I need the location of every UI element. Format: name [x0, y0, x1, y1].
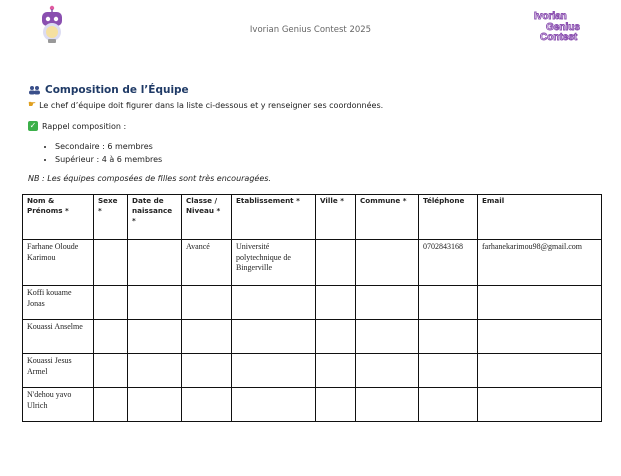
column-header: Classe / Niveau *	[181, 194, 232, 240]
intro-text: Le chef d’équipe doit figurer dans la li…	[39, 100, 384, 110]
cell-email[interactable]	[477, 285, 602, 320]
cell-telephone[interactable]	[418, 387, 478, 422]
cell-ville[interactable]	[315, 285, 356, 320]
cell-ville[interactable]	[315, 387, 356, 422]
cell-commune[interactable]	[355, 239, 419, 286]
cell-name[interactable]: Kouassi Anselme	[22, 319, 94, 354]
cell-ville[interactable]	[315, 319, 356, 354]
section-title: Composition de l’Équipe	[28, 84, 189, 96]
pointing-hand-icon: ☛	[28, 100, 37, 110]
cell-etablissement[interactable]: Université polytechnique de Bingerville	[231, 239, 316, 286]
cell-sexe[interactable]	[93, 285, 128, 320]
cell-etablissement[interactable]	[231, 387, 316, 422]
nb-note: NB : Les équipes composées de filles son…	[28, 174, 271, 183]
cell-classe[interactable]	[181, 353, 232, 388]
cell-name[interactable]: Farhane Oloude Karimou	[22, 239, 94, 286]
column-header: Etablissement *	[231, 194, 316, 240]
cell-classe[interactable]	[181, 387, 232, 422]
composition-list: Secondaire : 6 membres Supérieur : 4 à 6…	[40, 141, 162, 167]
people-icon	[29, 86, 40, 95]
table-row: Kouassi Jesus Armel	[22, 353, 602, 388]
section-title-text: Composition de l’Équipe	[45, 84, 189, 96]
svg-text:Contest: Contest	[540, 32, 578, 42]
cell-name[interactable]: Kouassi Jesus Armel	[22, 353, 94, 388]
cell-name[interactable]: N'dehou yavo Ulrich	[22, 387, 94, 422]
table-row: N'dehou yavo Ulrich	[22, 387, 602, 422]
list-item: Secondaire : 6 membres	[55, 141, 162, 152]
ivorian-genius-contest-logo: Ivorian Genius Contest	[534, 11, 581, 42]
column-header: Commune *	[355, 194, 419, 240]
cell-birthdate[interactable]	[127, 239, 182, 286]
cell-sexe[interactable]	[93, 319, 128, 354]
cell-commune[interactable]	[355, 387, 419, 422]
cell-birthdate[interactable]	[127, 387, 182, 422]
column-header: Sexe *	[93, 194, 128, 240]
cell-ville[interactable]	[315, 353, 356, 388]
cell-sexe[interactable]	[93, 239, 128, 286]
cell-commune[interactable]	[355, 319, 419, 354]
cell-sexe[interactable]	[93, 387, 128, 422]
rappel-text: Rappel composition :	[42, 121, 127, 131]
cell-email[interactable]	[477, 387, 602, 422]
check-mark-icon: ✓	[28, 121, 38, 131]
cell-classe[interactable]	[181, 319, 232, 354]
cell-birthdate[interactable]	[127, 353, 182, 388]
table-row: Koffi kouame Jonas	[22, 285, 602, 320]
column-header: Téléphone	[418, 194, 478, 240]
rappel-line: ✓ Rappel composition :	[28, 121, 126, 131]
robot-lightbulb-icon	[42, 5, 62, 43]
list-item: Supérieur : 4 à 6 membres	[55, 154, 162, 165]
page-header-title: Ivorian Genius Contest 2025	[249, 25, 372, 35]
cell-commune[interactable]	[355, 353, 419, 388]
cell-classe[interactable]: Avancé	[181, 239, 232, 286]
column-header: Ville *	[315, 194, 356, 240]
cell-birthdate[interactable]	[127, 285, 182, 320]
team-table: Nom & Prénoms * Sexe * Date de naissance…	[22, 194, 602, 422]
column-header: Date de naissance *	[127, 194, 182, 240]
column-header: Email	[477, 194, 602, 240]
column-header: Nom & Prénoms *	[22, 194, 94, 240]
cell-email[interactable]	[477, 319, 602, 354]
cell-telephone[interactable]	[418, 353, 478, 388]
cell-telephone[interactable]: 0702843168	[418, 239, 478, 286]
cell-telephone[interactable]	[418, 319, 478, 354]
table-header-row: Nom & Prénoms * Sexe * Date de naissance…	[22, 194, 602, 240]
cell-email[interactable]: farhanekarimou98@gmail.com	[477, 239, 602, 286]
cell-telephone[interactable]	[418, 285, 478, 320]
cell-etablissement[interactable]	[231, 285, 316, 320]
cell-etablissement[interactable]	[231, 353, 316, 388]
table-row: Farhane Oloude Karimou Avancé Université…	[22, 239, 602, 286]
cell-classe[interactable]	[181, 285, 232, 320]
cell-birthdate[interactable]	[127, 319, 182, 354]
cell-name[interactable]: Koffi kouame Jonas	[22, 285, 94, 320]
cell-sexe[interactable]	[93, 353, 128, 388]
cell-etablissement[interactable]	[231, 319, 316, 354]
intro-line: ☛ Le chef d’équipe doit figurer dans la …	[28, 100, 383, 110]
table-row: Kouassi Anselme	[22, 319, 602, 354]
svg-text:Ivorian: Ivorian	[534, 11, 567, 22]
cell-commune[interactable]	[355, 285, 419, 320]
cell-email[interactable]	[477, 353, 602, 388]
cell-ville[interactable]	[315, 239, 356, 286]
